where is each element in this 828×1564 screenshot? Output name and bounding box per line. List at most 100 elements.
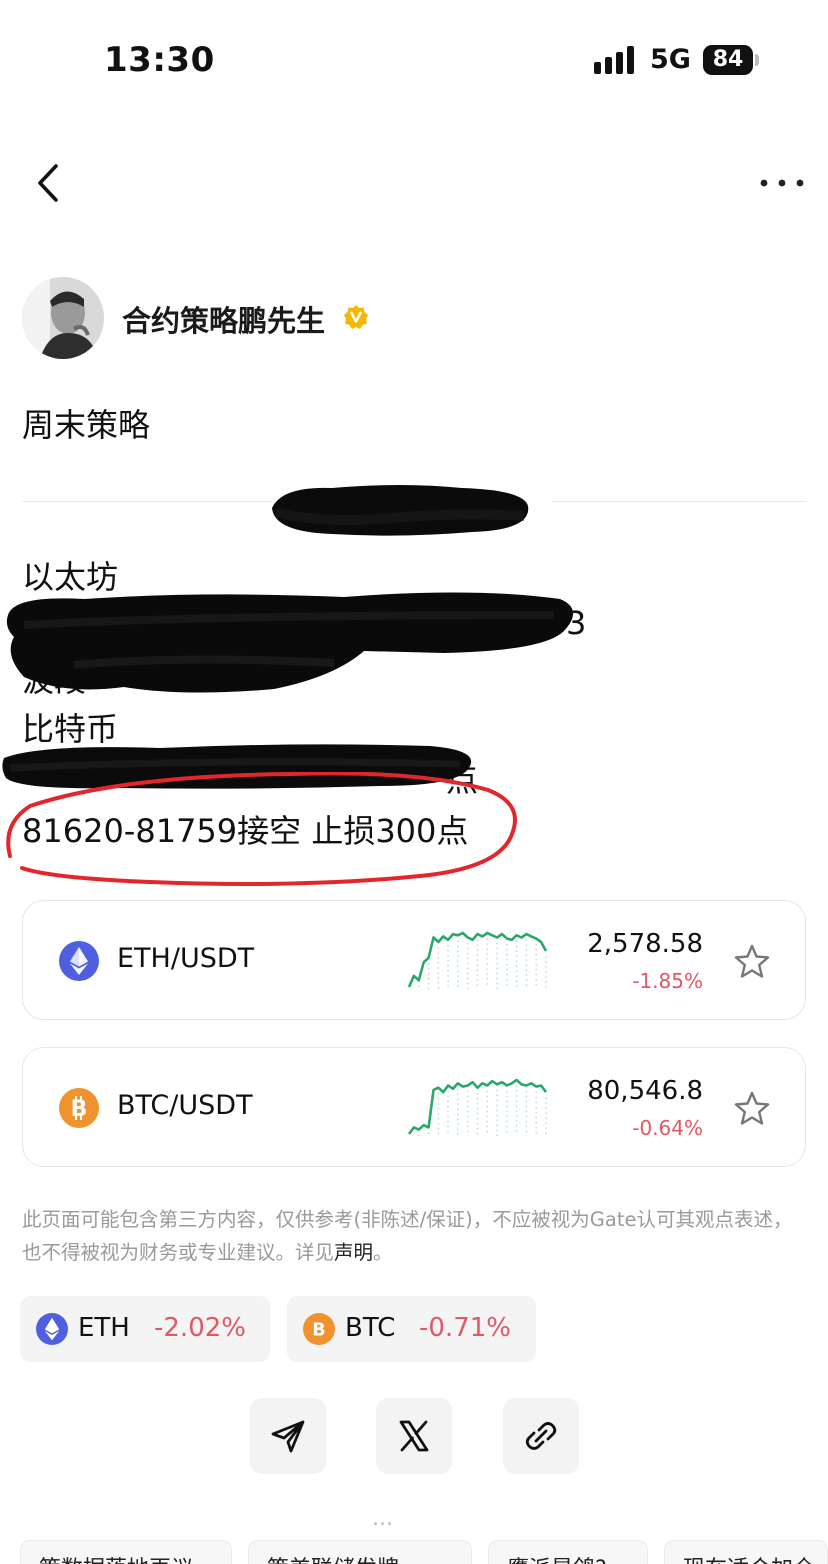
- sparkline-fill-dot: [525, 939, 528, 941]
- sparkline-fill-dot: [457, 950, 459, 953]
- sparkline-fill-dot: [486, 1095, 489, 1098]
- sparkline-fill-dot: [515, 940, 518, 943]
- sparkline-fill-dot: [437, 1112, 440, 1115]
- sparkline-fill-dot: [486, 943, 489, 945]
- avatar[interactable]: [22, 277, 104, 359]
- sparkline-fill-dot: [476, 1122, 479, 1125]
- sparkline-fill-dot: [496, 1129, 498, 1132]
- share-telegram-button[interactable]: [250, 1398, 326, 1474]
- sparkline-fill-dot: [447, 1120, 449, 1123]
- topic-chip[interactable]: 现在适合加仓: [664, 1540, 828, 1564]
- sparkline-fill-dot: [437, 972, 440, 974]
- link-icon: [525, 1422, 557, 1450]
- sparkline-fill-dot: [525, 949, 528, 951]
- sparkline-fill-dot: [525, 1115, 528, 1118]
- sparkline-fill-dot: [525, 1120, 528, 1123]
- sparkline-fill-dot: [525, 944, 528, 946]
- sparkline-fill-dot: [476, 944, 479, 946]
- sparkline-fill-dot: [525, 984, 528, 986]
- sparkline-fill-dot: [457, 960, 459, 963]
- sparkline-fill-dot: [437, 1122, 440, 1125]
- battery-icon: 84: [703, 45, 753, 75]
- sparkline-fill-dot: [515, 945, 518, 948]
- star-icon[interactable]: [733, 1090, 771, 1128]
- more-button[interactable]: [756, 168, 806, 198]
- coin-tag-btc[interactable]: B BTC -0.71%: [287, 1296, 536, 1362]
- sparkline-fill-dot: [535, 1111, 538, 1114]
- sparkline-fill-dot: [506, 953, 508, 956]
- sparkline-fill-dot: [496, 1104, 498, 1107]
- sparkline-fill-dot: [506, 963, 508, 966]
- sparkline-fill-dot: [525, 1130, 528, 1133]
- sparkline-fill-dot: [506, 1100, 508, 1103]
- sparkline-fill-dot: [447, 1105, 449, 1108]
- network-type: 5G: [650, 44, 691, 75]
- sparkline-fill-dot: [457, 965, 459, 968]
- sparkline-fill-dot: [515, 1125, 518, 1127]
- sparkline-fill-dot: [535, 1096, 538, 1099]
- sparkline-fill-dot: [496, 1109, 498, 1112]
- sparkline-fill-dot: [545, 956, 547, 958]
- topic-chip[interactable]: 策数据落地再议: [20, 1540, 232, 1564]
- sparkline-fill-dot: [457, 1133, 459, 1136]
- copy-link-button[interactable]: [503, 1398, 579, 1474]
- sparkline-fill-dot: [437, 1127, 440, 1130]
- pair-card-eth[interactable]: ETH/USDT 2,578.58 -1.85%: [22, 900, 806, 1020]
- sparkline-fill-dot: [515, 955, 518, 958]
- sparkline-fill-dot: [535, 953, 538, 956]
- pair-change: -1.85%: [632, 969, 703, 993]
- sparkline-fill-dot: [515, 985, 518, 988]
- sparkline-fill-dot: [496, 1099, 498, 1102]
- sparkline-fill-dot: [525, 1100, 528, 1103]
- sparkline-fill-dot: [437, 1117, 440, 1120]
- sparkline-fill-dot: [427, 987, 430, 990]
- share-x-button[interactable]: [376, 1398, 452, 1474]
- topic-chip[interactable]: 鹰派是鸽?: [488, 1540, 648, 1564]
- sparkline-fill-dot: [457, 1108, 459, 1111]
- sparkline-fill-dot: [496, 977, 498, 980]
- sparkline-fill-dot: [506, 948, 508, 951]
- sparkline-fill-dot: [506, 983, 508, 986]
- sparkline-fill-dot: [476, 1127, 479, 1130]
- sparkline-fill-dot: [545, 1112, 547, 1114]
- sparkline-fill-dot: [545, 961, 547, 963]
- sparkline-fill-dot: [457, 1118, 459, 1121]
- sparkline-fill-dot: [476, 949, 479, 951]
- sparkline-fill-dot: [506, 1120, 508, 1123]
- sparkline-fill-dot: [535, 983, 538, 986]
- divider: [22, 501, 272, 502]
- statement-link[interactable]: 声明: [334, 1241, 373, 1264]
- sparkline-fill-dot: [525, 1105, 528, 1108]
- sparkline-fill-dot: [466, 1105, 469, 1108]
- telegram-icon: [271, 1420, 305, 1453]
- back-button[interactable]: [26, 160, 70, 206]
- sparkline-fill-dot: [486, 958, 489, 960]
- post-title: 周末策略: [22, 406, 151, 444]
- sparkline-fill-dot: [525, 974, 528, 976]
- sparkline-fill-dot: [535, 1116, 538, 1119]
- sparkline-fill-dot: [506, 1125, 508, 1128]
- pair-card-btc[interactable]: B BTC/USDT 80,546.8 -0.64%: [22, 1047, 806, 1167]
- sparkline-fill-dot: [496, 957, 498, 960]
- sparkline-fill-dot: [437, 977, 440, 979]
- sparkline-chart: [407, 1078, 548, 1137]
- sparkline-fill-dot: [466, 947, 469, 950]
- disclaimer-body: 此页面可能包含第三方内容，仅供参考(非陈述/保证)，不应被视为Gate认可其观点…: [22, 1208, 793, 1264]
- sparkline-fill-dot: [447, 1115, 449, 1118]
- sparkline-fill-dot: [437, 1102, 440, 1105]
- sparkline-fill-dot: [515, 1130, 518, 1132]
- sparkline-fill-dot: [535, 963, 538, 966]
- sparkline-fill-dot: [535, 1131, 538, 1134]
- star-icon[interactable]: [733, 943, 771, 981]
- author-name[interactable]: 合约策略鹏先生: [122, 298, 325, 340]
- sparkline-fill-dot: [466, 982, 469, 985]
- coin-tag-eth[interactable]: ETH -2.02%: [20, 1296, 270, 1362]
- sparkline-fill-dot: [457, 1093, 459, 1096]
- disclaimer-text: 此页面可能包含第三方内容，仅供参考(非陈述/保证)，不应被视为Gate认可其观点…: [22, 1203, 808, 1269]
- sparkline-fill-dot: [447, 1130, 449, 1133]
- topic-chip[interactable]: 策美联储发牌: [248, 1540, 472, 1564]
- sparkline-fill-dot: [466, 987, 469, 990]
- ethereum-icon: [36, 1313, 68, 1345]
- sparkline-fill-dot: [476, 1117, 479, 1120]
- sparkline-fill-dot: [496, 1119, 498, 1122]
